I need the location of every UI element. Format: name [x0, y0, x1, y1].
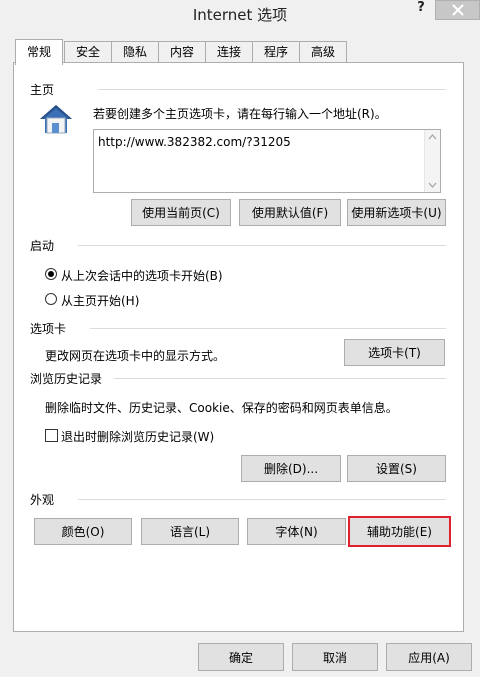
cancel-button[interactable]: 取消	[292, 643, 378, 671]
home-description: 若要创建多个主页选项卡，请在每行输入一个地址(R)。	[93, 107, 387, 121]
home-section-divider	[98, 89, 446, 90]
home-url-textarea[interactable]: http://www.382382.com/?31205	[93, 129, 441, 193]
tabs-settings-button[interactable]: 选项卡(T)	[344, 339, 445, 366]
tabs-section-description: 更改网页在选项卡中的显示方式。	[45, 349, 226, 363]
tab-security[interactable]: 安全	[64, 41, 112, 63]
home-url-value: http://www.382382.com/?31205	[98, 135, 291, 149]
fonts-button[interactable]: 字体(N)	[247, 518, 346, 545]
ok-button[interactable]: 确定	[198, 643, 284, 671]
appearance-section-title: 外观	[30, 493, 55, 507]
history-description: 删除临时文件、历史记录、Cookie、保存的密码和网页表单信息。	[45, 401, 398, 415]
tabs-section-divider	[90, 328, 446, 329]
textarea-scrollbar[interactable]	[424, 130, 440, 192]
tab-privacy[interactable]: 隐私	[111, 41, 159, 63]
startup-last-session-radio[interactable]	[45, 268, 57, 280]
history-settings-button[interactable]: 设置(S)	[347, 455, 446, 482]
tab-connections[interactable]: 连接	[205, 41, 253, 63]
delete-on-exit-label: 退出时删除浏览历史记录(W)	[61, 430, 215, 444]
apply-button[interactable]: 应用(A)	[386, 643, 472, 671]
startup-last-session-label: 从上次会话中的选项卡开始(B)	[61, 269, 223, 283]
tab-advanced[interactable]: 高级	[299, 41, 347, 63]
house-icon	[40, 105, 72, 134]
home-section-title: 主页	[30, 83, 55, 97]
general-tab-panel: 主页 若要创建多个主页选项卡，请在每行输入一个地址(R)。 http://www…	[13, 62, 464, 632]
use-current-button[interactable]: 使用当前页(C)	[131, 199, 231, 226]
title-bar: Internet 选项 ?	[0, 0, 480, 30]
startup-home-radio[interactable]	[45, 293, 57, 305]
accessibility-button[interactable]: 辅助功能(E)	[348, 516, 451, 547]
help-button[interactable]: ?	[408, 0, 434, 20]
close-icon	[451, 4, 464, 16]
appearance-section-divider	[78, 499, 446, 500]
tab-content[interactable]: 内容	[158, 41, 206, 63]
startup-section-divider	[78, 245, 446, 246]
startup-section-title: 启动	[30, 239, 55, 253]
tab-general[interactable]: 常规	[15, 39, 63, 65]
startup-home-label: 从主页开始(H)	[61, 294, 140, 308]
colors-button[interactable]: 颜色(O)	[34, 518, 132, 545]
history-section-title: 浏览历史记录	[30, 372, 103, 386]
languages-button[interactable]: 语言(L)	[141, 518, 239, 545]
delete-on-exit-checkbox[interactable]	[45, 429, 58, 442]
delete-history-button[interactable]: 删除(D)...	[241, 455, 341, 482]
scroll-down-icon[interactable]	[428, 182, 437, 188]
close-button[interactable]	[435, 0, 480, 20]
use-default-button[interactable]: 使用默认值(F)	[239, 199, 341, 226]
tab-programs[interactable]: 程序	[252, 41, 300, 63]
history-section-divider	[114, 378, 446, 379]
scroll-up-icon[interactable]	[428, 134, 437, 140]
tabs-section-title: 选项卡	[30, 322, 67, 336]
use-new-tab-button[interactable]: 使用新选项卡(U)	[347, 199, 446, 226]
